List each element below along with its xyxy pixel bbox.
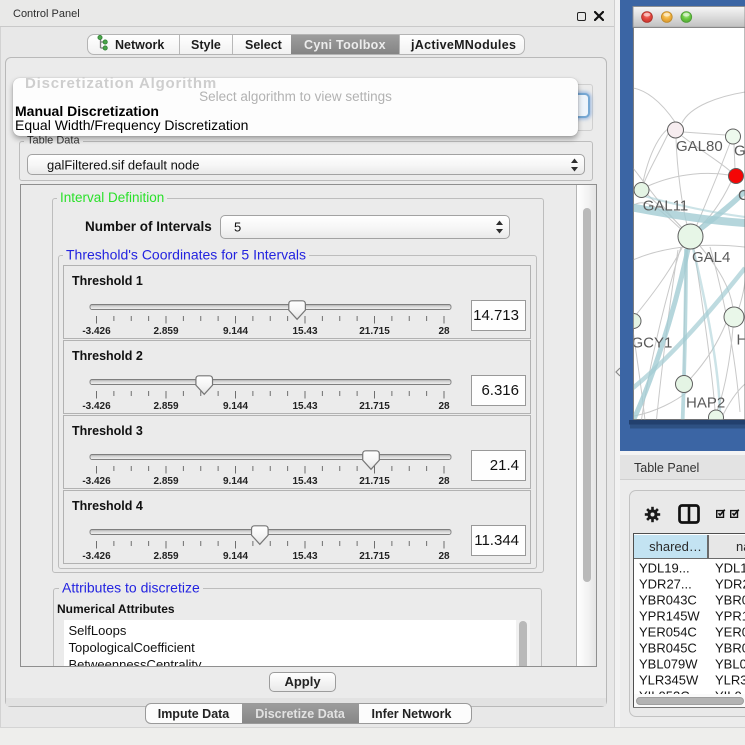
svg-text:2.859: 2.859: [153, 326, 178, 336]
svg-text:28: 28: [438, 326, 450, 336]
svg-text:HAP2: HAP2: [686, 395, 725, 412]
svg-text:9.144: 9.144: [223, 326, 248, 336]
svg-text:9.144: 9.144: [223, 551, 248, 561]
svg-text:C: C: [738, 187, 745, 204]
svg-text:2.859: 2.859: [153, 476, 178, 486]
svg-text:-3.426: -3.426: [82, 401, 111, 411]
svg-text:15.43: 15.43: [292, 476, 317, 486]
svg-text:-3.426: -3.426: [82, 326, 111, 336]
svg-text:28: 28: [438, 551, 450, 561]
svg-text:2.859: 2.859: [153, 551, 178, 561]
svg-text:2.859: 2.859: [153, 401, 178, 411]
svg-text:28: 28: [438, 476, 450, 486]
svg-text:28: 28: [438, 401, 450, 411]
svg-text:21.715: 21.715: [359, 476, 390, 486]
svg-text:GA: GA: [734, 143, 745, 160]
svg-text:-3.426: -3.426: [82, 551, 111, 561]
svg-text:GAL4: GAL4: [692, 249, 730, 266]
svg-text:15.43: 15.43: [292, 401, 317, 411]
svg-text:21.715: 21.715: [359, 551, 390, 561]
svg-text:GAL11: GAL11: [643, 198, 689, 215]
svg-text:GAL80: GAL80: [676, 138, 723, 155]
svg-text:15.43: 15.43: [292, 551, 317, 561]
svg-text:21.715: 21.715: [359, 401, 390, 411]
svg-text:9.144: 9.144: [223, 401, 248, 411]
svg-text:H: H: [737, 332, 745, 349]
svg-text:21.715: 21.715: [359, 326, 390, 336]
svg-text:9.144: 9.144: [223, 476, 248, 486]
svg-text:-3.426: -3.426: [82, 476, 111, 486]
svg-text:15.43: 15.43: [292, 326, 317, 336]
svg-text:GCY1: GCY1: [632, 335, 673, 352]
